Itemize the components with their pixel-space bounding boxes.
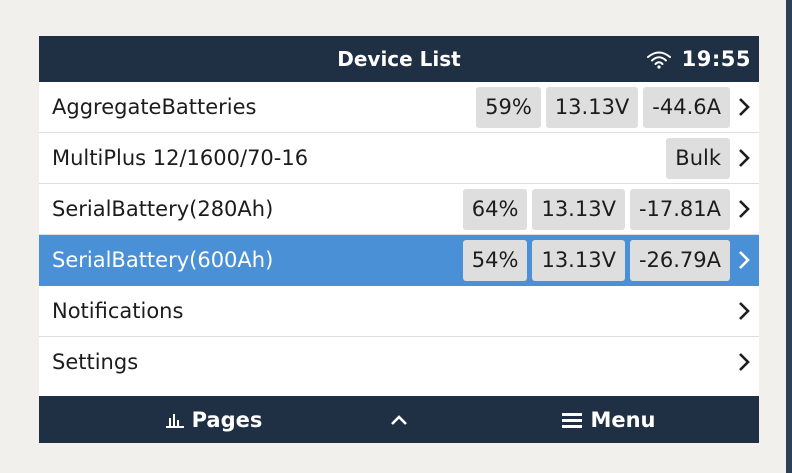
chevron-up-icon: [390, 414, 408, 426]
chevron-right-icon: [737, 198, 751, 220]
list-item[interactable]: SerialBattery(600Ah) 54% 13.13V -26.79A: [39, 235, 759, 286]
list-item-values: 64% 13.13V -17.81A: [458, 184, 751, 234]
list-item[interactable]: SerialBattery(280Ah) 64% 13.13V -17.81A: [39, 184, 759, 235]
value-badge: Bulk: [666, 137, 730, 179]
chevron-right-icon: [737, 147, 751, 169]
list-item-label: Notifications: [52, 299, 184, 323]
list-item[interactable]: Settings: [39, 337, 759, 388]
hamburger-icon: [562, 412, 583, 428]
list-item-label: MultiPlus 12/1600/70-16: [52, 146, 309, 170]
chevron-right-icon: [737, 351, 751, 373]
value-badge: -44.6A: [643, 86, 730, 128]
wifi-icon: [646, 49, 672, 69]
chevron-right-icon: [737, 249, 751, 271]
list-item-values: [730, 286, 751, 336]
pages-button[interactable]: Pages: [109, 396, 319, 443]
value-badge: -26.79A: [629, 239, 730, 281]
list-item-label: AggregateBatteries: [52, 95, 257, 119]
pages-label: Pages: [191, 407, 263, 432]
window-edge: [786, 0, 792, 473]
bar-chart-icon: [165, 412, 184, 428]
menu-label: Menu: [590, 407, 656, 432]
device-screen: Device List 19:55 AggregateBatteries 59% 1…: [39, 36, 759, 443]
scroll-up-button[interactable]: [369, 396, 429, 443]
menu-button[interactable]: Menu: [509, 396, 709, 443]
value-badge: 64%: [462, 188, 528, 230]
list-item[interactable]: MultiPlus 12/1600/70-16 Bulk: [39, 133, 759, 184]
value-badge: 13.13V: [532, 188, 625, 230]
list-item-label: SerialBattery(600Ah): [52, 248, 274, 272]
clock-time: 19:55: [681, 47, 751, 71]
list-item[interactable]: AggregateBatteries 59% 13.13V -44.6A: [39, 82, 759, 133]
list-item-label: Settings: [52, 350, 139, 374]
list-item-label: SerialBattery(280Ah): [52, 197, 274, 221]
header-bar: Device List 19:55: [39, 36, 759, 82]
list-item[interactable]: Notifications: [39, 286, 759, 337]
list-item-values: 54% 13.13V -26.79A: [458, 235, 751, 285]
value-badge: 13.13V: [545, 86, 639, 128]
list-item-values: 59% 13.13V -44.6A: [471, 82, 751, 132]
value-badge: -17.81A: [629, 188, 730, 230]
value-badge: 54%: [462, 239, 528, 281]
value-badge: 59%: [476, 86, 541, 128]
footer-bar: Pages Menu: [39, 396, 759, 443]
chevron-right-icon: [737, 300, 751, 322]
value-badge: 13.13V: [532, 239, 625, 281]
chevron-right-icon: [737, 96, 751, 118]
device-list: AggregateBatteries 59% 13.13V -44.6A MultiPl…: [39, 82, 759, 388]
list-item-values: Bulk: [661, 133, 751, 183]
status-area: 19:55: [646, 36, 751, 82]
list-item-values: [730, 337, 751, 387]
